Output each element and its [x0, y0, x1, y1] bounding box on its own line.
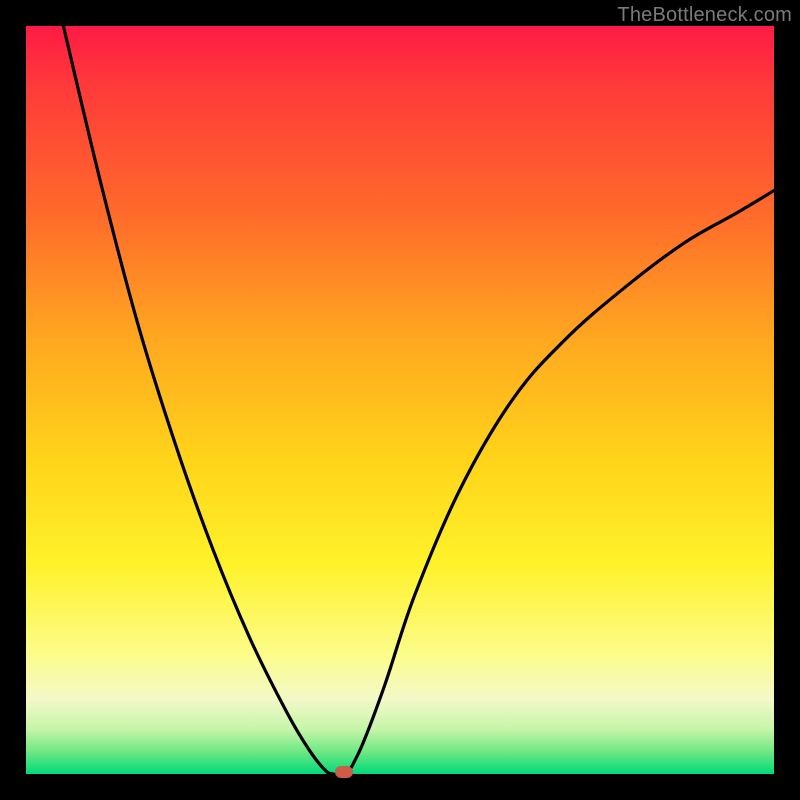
- left-curve: [63, 26, 340, 774]
- chart-plot-area: [26, 26, 774, 774]
- right-curve: [348, 191, 774, 774]
- watermark-text: TheBottleneck.com: [617, 4, 792, 27]
- curve-layer: [26, 26, 774, 774]
- bottleneck-marker: [335, 766, 353, 778]
